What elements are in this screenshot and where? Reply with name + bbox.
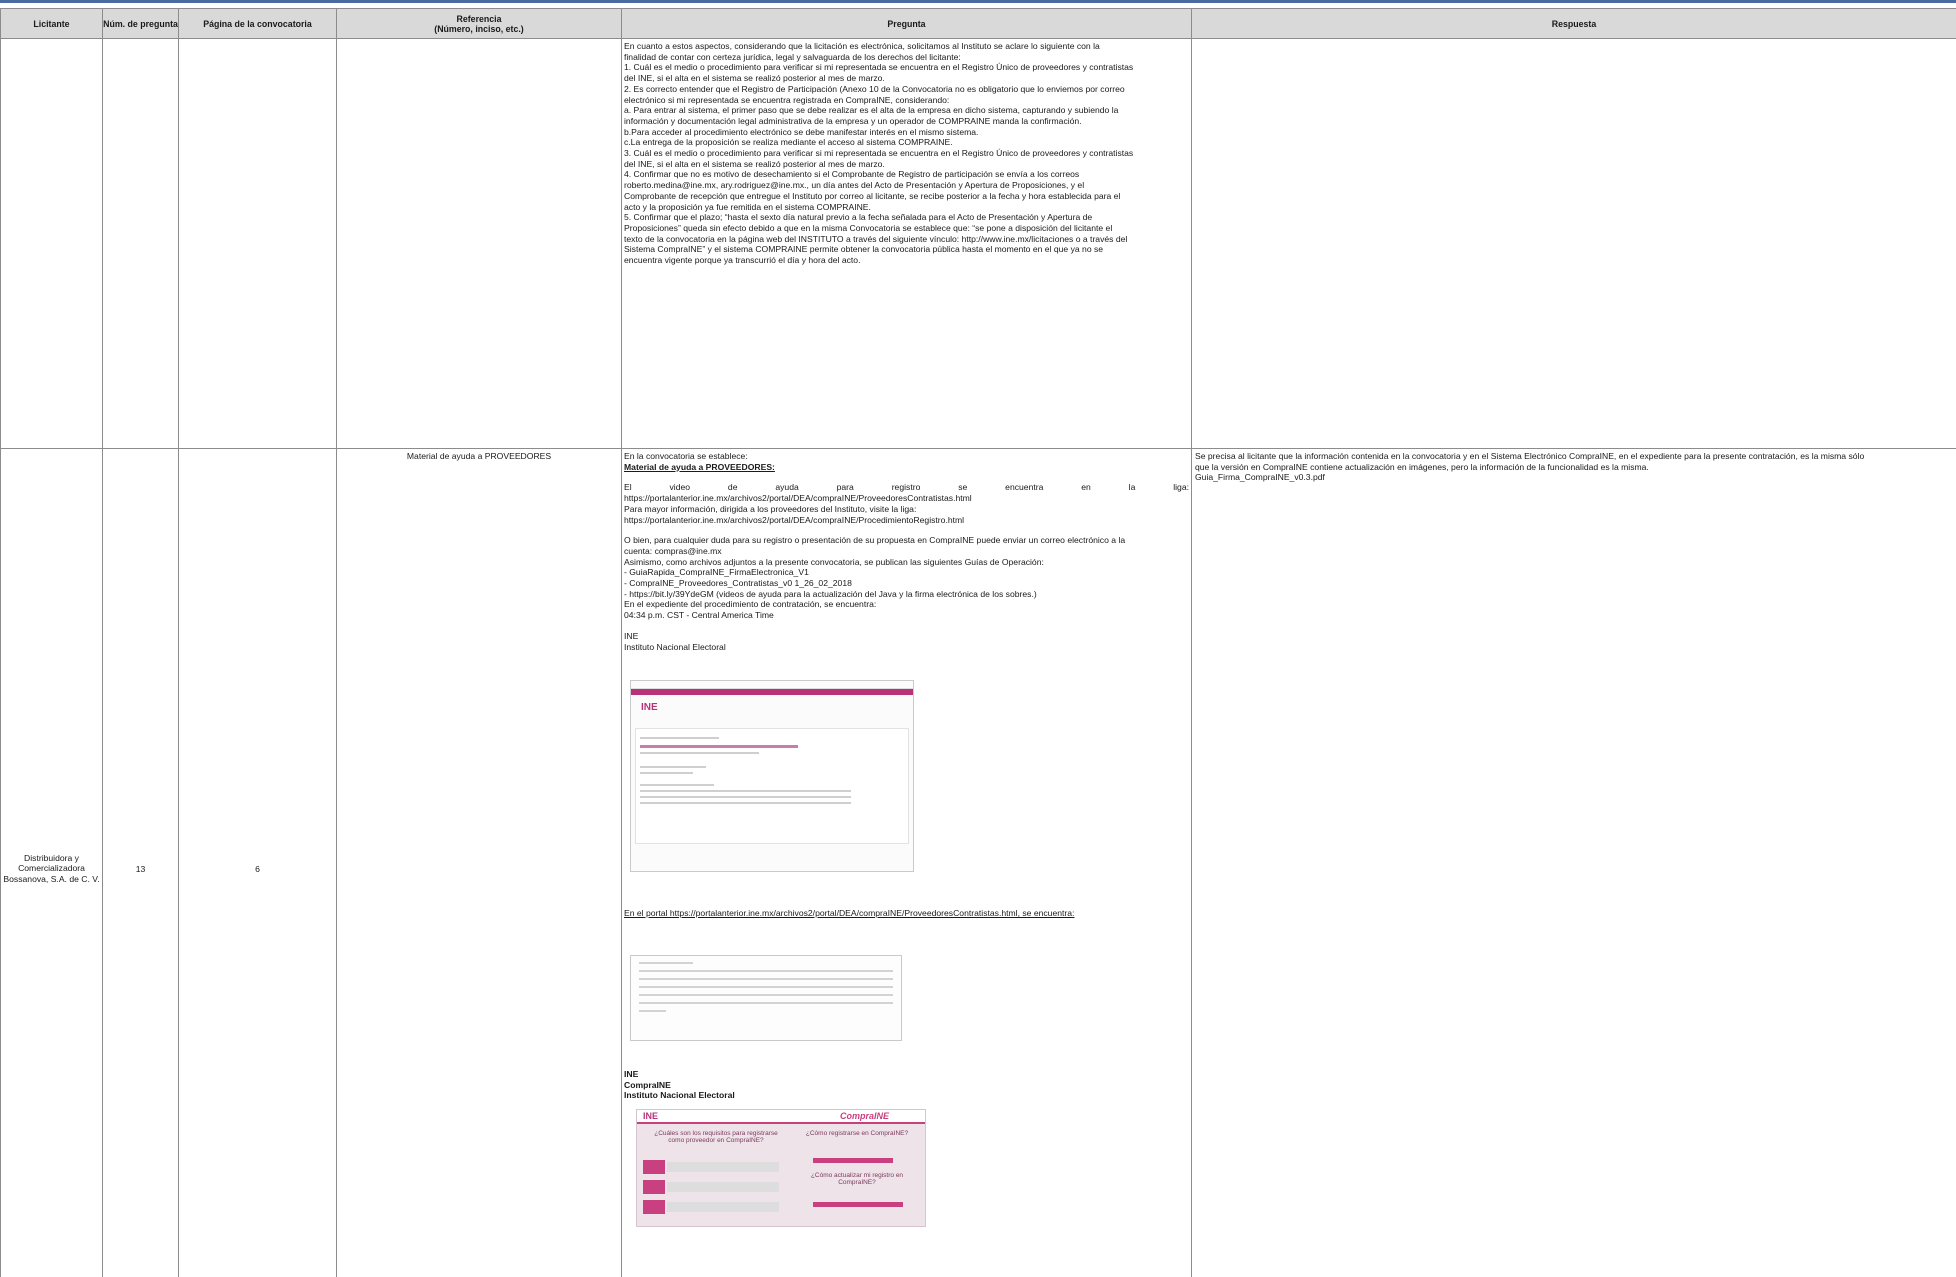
cell-licitante [0,38,103,449]
header-referencia-line2: (Número, inciso, etc.) [434,23,524,34]
pregunta-line: c.La entrega de la proposición se realiz… [624,137,953,148]
pregunta-line: roberto.medina@ine.mx, ary.rodriguez@ine… [624,180,1085,191]
header-referencia-line1: Referencia [456,13,502,24]
pregunta-text: INE [624,1068,639,1079]
respuesta-file: Guia_Firma_CompraINE_v0.3.pdf [1195,472,1325,483]
top-rule [0,0,1956,3]
pregunta-text: El video de ayuda para registro se encue… [624,482,1189,493]
pregunta-line: b.Para acceder al procedimiento electrón… [624,126,979,137]
pregunta-line: texto de la convocatoria en la página we… [624,233,1128,244]
pregunta-line: encuentra vigente porque ya transcurrió … [624,255,861,266]
compraine-screenshot: INE CompraINE ¿Cuáles son los requisitos… [636,1109,926,1228]
pregunta-line: información y documentación legal admini… [624,115,1082,126]
expediente-screenshot: INE [630,680,914,873]
pregunta-line: 2. Es correcto entender que el Registro … [624,83,1125,94]
pregunta-text: En el portal https://portalanterior.ine.… [624,908,1075,919]
pregunta-line: Comprobante de recepción que entregue el… [624,190,1121,201]
pregunta-line: del INE, si el alta en el sistema se rea… [624,73,885,84]
pregunta-text: - https://bit.ly/39YdeGM (videos de ayud… [624,588,1037,599]
pregunta-line: acto y la proposición ya fue remitida en… [624,201,871,212]
actualizar-text: ¿Cómo actualizar mi registro en CompraIN… [810,1172,904,1187]
cell-respuesta [1191,38,1956,449]
pregunta-text: INE [624,630,639,641]
portal-list-screenshot [630,954,902,1041]
header-respuesta: Respuesta [1191,8,1956,39]
pregunta-text: cuenta: compras@ine.mx [624,545,722,556]
pregunta-text: - GuiaRapida_CompraINE_FirmaElectronica_… [624,567,809,578]
cell-respuesta: Se precisa al licitante que la informaci… [1191,448,1956,1277]
pregunta-text: Para mayor información, dirigida a los p… [624,503,917,514]
pregunta-line: Sistema CompraINE” y el sistema COMPRAIN… [624,244,1104,255]
cell-pagina: 6 [178,448,337,1277]
cell-num-pregunta: 13 [102,448,179,1277]
cell-num-pregunta [102,38,179,449]
questions-answers-table: Licitante Núm. de pregunta Página de la … [0,8,1956,1277]
pregunta-text: CompraINE [624,1079,671,1090]
header-pregunta: Pregunta [621,8,1192,39]
pregunta-text: 04:34 p.m. CST - Central America Time [624,610,774,621]
cell-referencia: Material de ayuda a PROVEEDORES [336,448,622,1277]
pregunta-text: En la convocatoria se establece: [624,451,748,461]
pregunta-link: https://portalanterior.ine.mx/archivos2/… [624,514,965,525]
pregunta-line: del INE, si el alta en el sistema se rea… [624,158,885,169]
ine-logo: INE [641,702,658,714]
pregunta-line: a. Para entrar al sistema, el primer pas… [624,105,1119,116]
ine-logo: INE [643,1111,659,1122]
cell-pregunta: En la convocatoria se establece: Materia… [621,448,1192,1277]
pregunta-text: O bien, para cualquier duda para su regi… [624,535,1126,546]
cell-pagina [178,38,337,449]
respuesta-text: Se precisa al licitante que la informaci… [1195,451,1865,461]
respuesta-text: que la versión en CompraINE contiene act… [1195,461,1649,472]
table-row: En cuanto a estos aspectos, considerando… [0,38,1956,449]
pregunta-line: En cuanto a estos aspectos, considerando… [624,41,1100,51]
cell-pregunta: En cuanto a estos aspectos, considerando… [621,38,1192,449]
table-header-row: Licitante Núm. de pregunta Página de la … [0,8,1956,39]
pregunta-line: Proposiciones” queda sin efecto debido a… [624,222,1113,233]
pregunta-line: 1. Cuál es el medio o procedimiento para… [624,62,1134,73]
cell-licitante: Distribuidora y Comercializadora Bossano… [0,448,103,1277]
header-referencia: Referencia (Número, inciso, etc.) [336,8,622,39]
pregunta-line: finalidad de contar con certeza jurídica… [624,51,961,62]
pregunta-line: 5. Confirmar que el plazo; “hasta el sex… [624,212,1093,223]
pregunta-text: Asimismo, como archivos adjuntos a la pr… [624,556,1044,567]
registrarse-text: ¿Cómo registrarse en CompraINE? [805,1130,909,1138]
requisitos-text: ¿Cuáles son los requisitos para registra… [654,1130,778,1145]
header-pagina: Página de la convocatoria [178,8,337,39]
pregunta-line: 4. Confirmar que no es motivo de desecha… [624,169,1080,180]
cell-referencia [336,38,622,449]
pregunta-line: 3. Cuál es el medio o procedimiento para… [624,148,1134,159]
header-licitante: Licitante [0,8,103,39]
compraine-logo: CompraINE [839,1111,889,1122]
pregunta-text: Instituto Nacional Electoral [624,1090,735,1101]
pregunta-link: https://portalanterior.ine.mx/archivos2/… [624,493,972,504]
pregunta-line: electrónico si mi representada se encuen… [624,94,950,105]
header-num-pregunta: Núm. de pregunta [102,8,179,39]
pregunta-text: - CompraINE_Proveedores_Contratistas_v0 … [624,578,852,589]
table-row: Distribuidora y Comercializadora Bossano… [0,448,1956,1277]
pregunta-text: Instituto Nacional Electoral [624,641,726,652]
pregunta-heading: Material de ayuda a PROVEEDORES: [624,461,775,472]
pregunta-text: En el expediente del procedimiento de co… [624,599,877,610]
